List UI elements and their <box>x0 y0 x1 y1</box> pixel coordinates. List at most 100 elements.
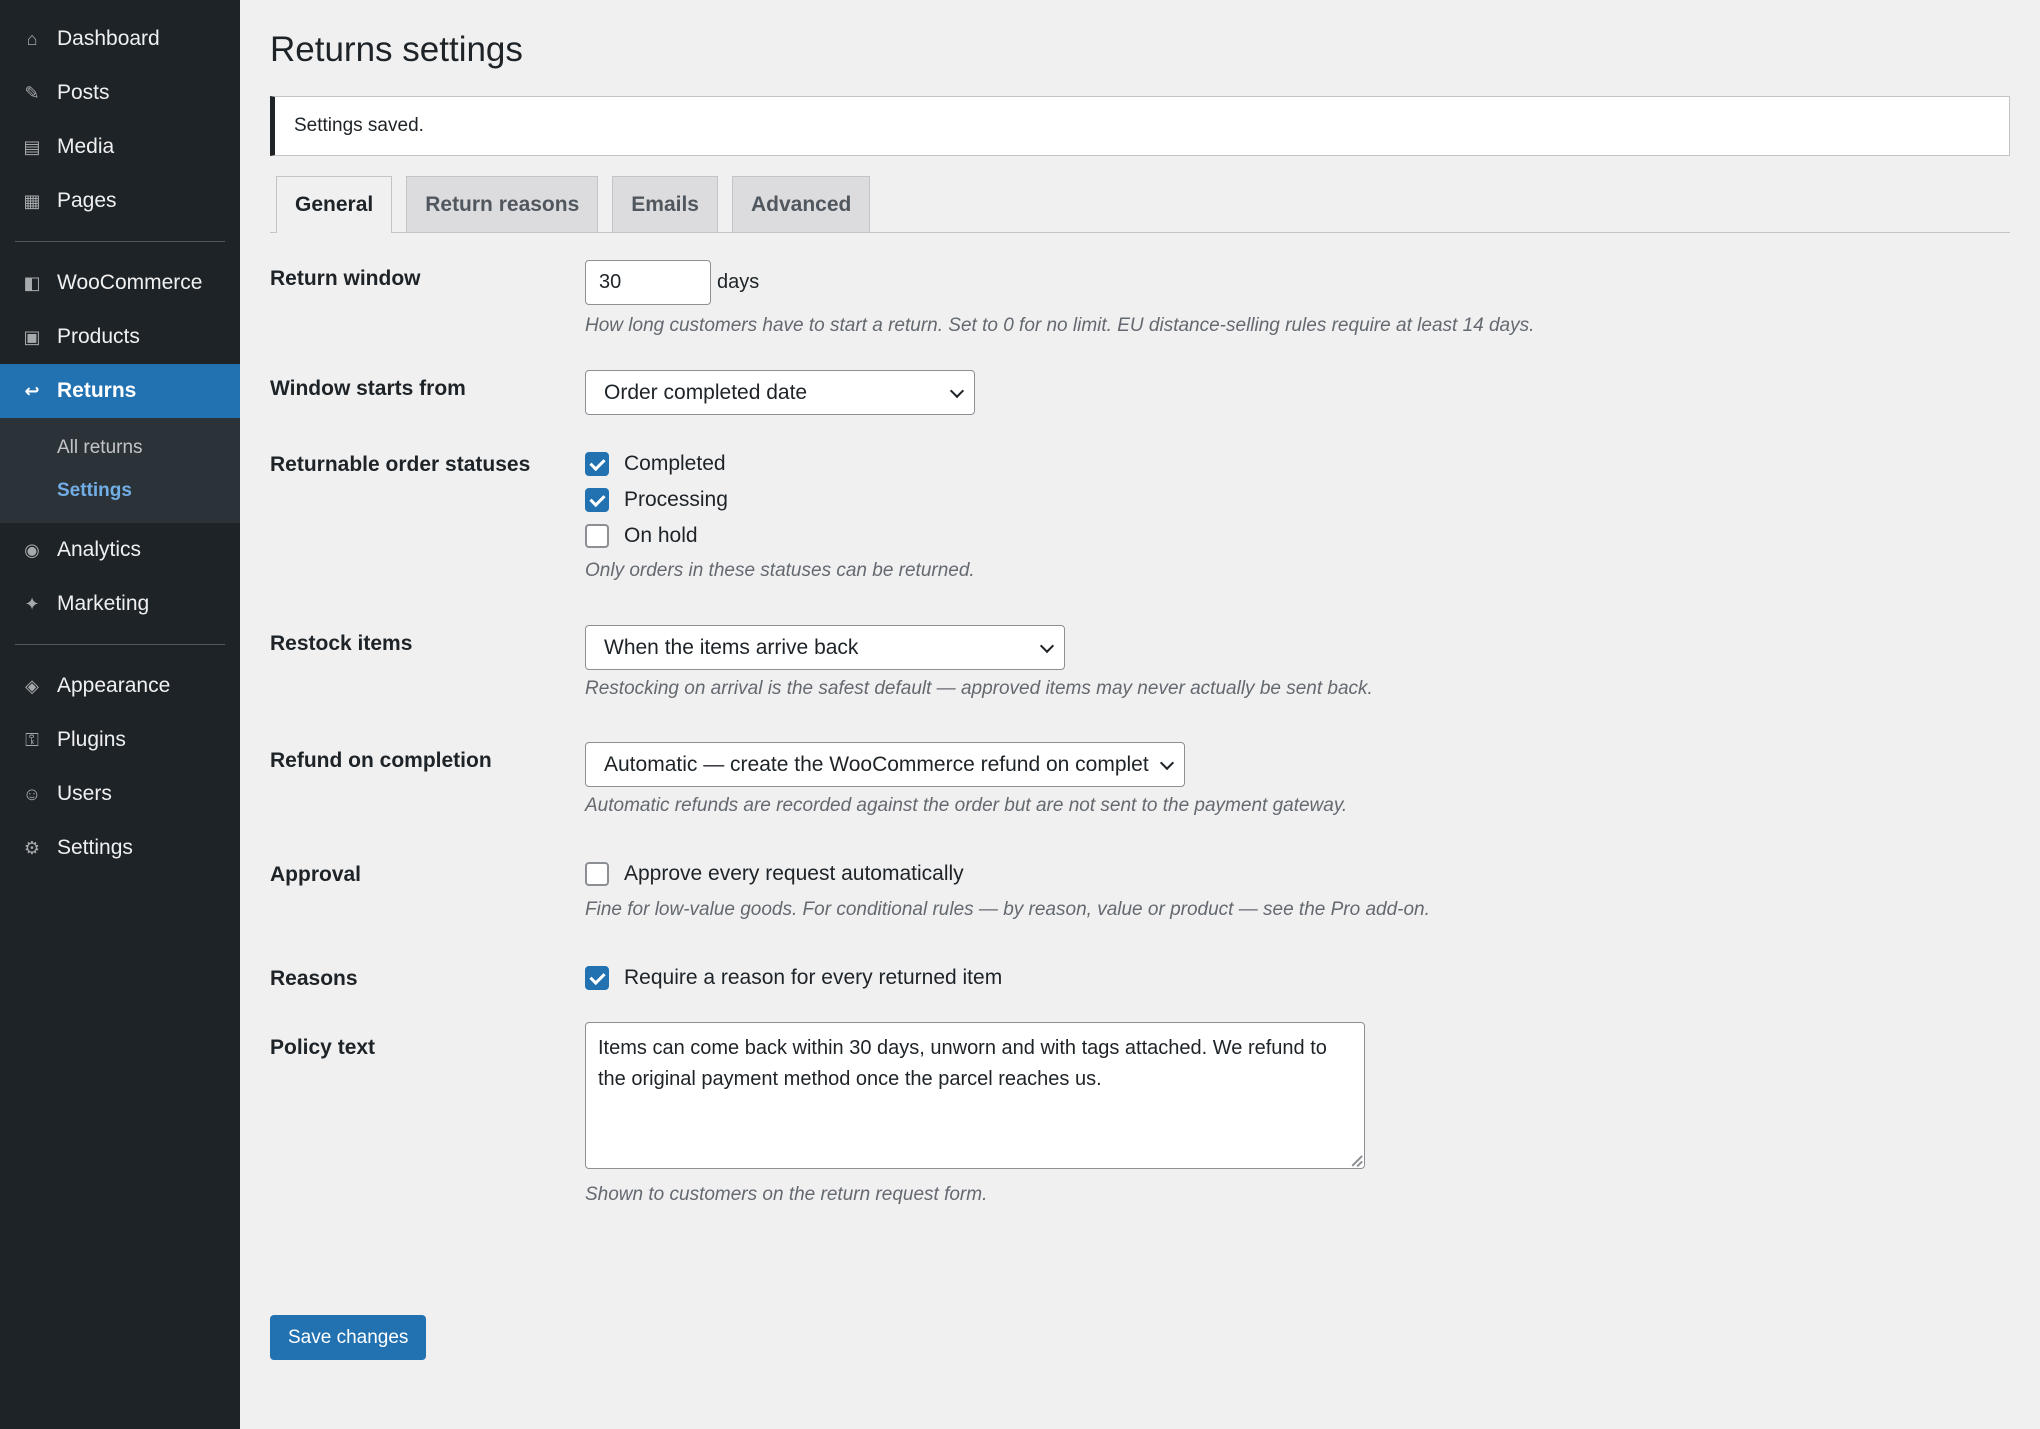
restock-row: Restock items When the items arrive back… <box>270 625 2010 700</box>
checkbox-label: Require a reason for every returned item <box>624 966 1003 989</box>
dashboard-icon: ⌂ <box>26 28 38 49</box>
woocommerce-icon: ◧ <box>23 272 41 293</box>
select-value: When the items arrive back <box>604 635 859 659</box>
chevron-down-icon <box>949 383 965 398</box>
status-on-hold-checkbox[interactable] <box>585 524 609 548</box>
window-start-label: Window starts from <box>270 377 466 400</box>
statuses-label: Returnable order statuses <box>270 453 531 476</box>
resize-handle[interactable] <box>1350 1154 1362 1166</box>
policy-text-value: Items can come back within 30 days, unwo… <box>598 1037 1327 1090</box>
sidebar-item-label: Dashboard <box>57 27 160 50</box>
approval-row: Approval Approve every request automatic… <box>270 861 2010 921</box>
page-title: Returns settings <box>270 30 523 69</box>
plugins-icon: ⚿ <box>25 729 39 750</box>
settings-tabs: General Return reasons Emails Advanced <box>270 176 2010 233</box>
checkbox-label: On hold <box>624 524 698 547</box>
sidebar-item-appearance[interactable]: ◈ Appearance <box>0 659 240 713</box>
sidebar-item-label: Returns <box>57 379 137 402</box>
sidebar-item-dashboard[interactable]: ⌂ Dashboard <box>0 12 240 66</box>
approval-description: Fine for low-value goods. For conditiona… <box>585 899 1430 920</box>
returns-icon: ↩ <box>24 380 40 401</box>
policy-label: Policy text <box>270 1036 376 1059</box>
restock-label: Restock items <box>270 632 413 655</box>
admin-sidebar: ⌂ Dashboard ✎ Posts ▤ Media ▦ Pages ◧ WooComm… <box>0 0 240 1429</box>
reasons-row: Reasons Require a reason for every retur… <box>270 965 2010 996</box>
settings-saved-notice: Settings saved. <box>270 96 2010 156</box>
sidebar-item-label: Settings <box>57 836 133 859</box>
checkbox-label: Processing <box>624 488 728 511</box>
sidebar-item-settings[interactable]: ⚙ Settings <box>0 821 240 875</box>
restock-description: Restocking on arrival is the safest defa… <box>585 678 1373 699</box>
checkbox-label: Completed <box>624 452 726 475</box>
media-icon: ▤ <box>23 136 41 157</box>
users-icon: ☺ <box>22 783 42 804</box>
return-window-input[interactable] <box>585 260 711 305</box>
policy-description: Shown to customers on the return request… <box>585 1184 988 1205</box>
return-window-label: Return window <box>270 267 421 290</box>
sidebar-item-analytics[interactable]: ◉ Analytics <box>0 523 240 577</box>
submenu-item-settings[interactable]: Settings <box>0 469 240 512</box>
sidebar-item-label: WooCommerce <box>57 271 203 294</box>
sidebar-item-label: Plugins <box>57 728 126 751</box>
return-window-row: Return window days How long customers ha… <box>270 260 2010 337</box>
sidebar-item-label: Products <box>57 325 140 348</box>
require-reason-option[interactable]: Require a reason for every returned item <box>585 960 2010 996</box>
approval-label: Approval <box>270 863 362 886</box>
sidebar-item-marketing[interactable]: ✦ Marketing <box>0 577 240 631</box>
status-processing-option[interactable]: Processing <box>585 482 2010 518</box>
sidebar-item-label: Posts <box>57 81 110 104</box>
pages-icon: ▦ <box>23 190 41 211</box>
sidebar-item-plugins[interactable]: ⚿ Plugins <box>0 713 240 767</box>
chevron-down-icon <box>1159 755 1175 770</box>
chevron-down-icon <box>1039 638 1055 653</box>
sidebar-item-label: Pages <box>57 189 117 212</box>
submenu-item-all-returns[interactable]: All returns <box>0 426 240 469</box>
require-reason-checkbox[interactable] <box>585 966 609 990</box>
policy-textarea[interactable]: Items can come back within 30 days, unwo… <box>585 1022 1365 1169</box>
sidebar-item-media[interactable]: ▤ Media <box>0 120 240 174</box>
policy-row: Policy text Items can come back within 3… <box>270 1022 2010 1206</box>
sidebar-item-pages[interactable]: ▦ Pages <box>0 174 240 228</box>
sidebar-item-products[interactable]: ▣ Products <box>0 310 240 364</box>
status-completed-checkbox[interactable] <box>585 452 609 476</box>
settings-icon: ⚙ <box>23 837 41 858</box>
restock-select[interactable]: When the items arrive back <box>585 625 1065 670</box>
products-icon: ▣ <box>23 326 41 347</box>
refund-row: Refund on completion Automatic — create … <box>270 742 2010 817</box>
sidebar-item-label: Media <box>57 135 115 158</box>
notice-text: Settings saved. <box>294 115 424 136</box>
sidebar-item-label: Analytics <box>57 538 142 561</box>
statuses-row: Returnable order statuses Completed Proc… <box>270 451 2010 582</box>
analytics-icon: ◉ <box>24 539 40 560</box>
return-window-description: How long customers have to start a retur… <box>585 315 1535 336</box>
sidebar-item-label: Appearance <box>57 674 171 697</box>
tab-advanced[interactable]: Advanced <box>731 176 871 232</box>
sidebar-item-label: Marketing <box>57 592 150 615</box>
window-start-select[interactable]: Order completed date <box>585 370 975 415</box>
status-processing-checkbox[interactable] <box>585 488 609 512</box>
tab-general[interactable]: General <box>276 176 393 233</box>
refund-label: Refund on completion <box>270 749 492 772</box>
status-completed-option[interactable]: Completed <box>585 446 2010 482</box>
sidebar-separator <box>15 241 225 242</box>
auto-approve-checkbox[interactable] <box>585 862 609 886</box>
main-content: Returns settings Settings saved. General… <box>240 0 2040 1429</box>
days-suffix: days <box>717 271 760 293</box>
refund-select[interactable]: Automatic — create the WooCommerce refun… <box>585 742 1185 787</box>
select-value: Order completed date <box>604 380 808 404</box>
save-changes-button[interactable]: Save changes <box>270 1315 427 1360</box>
approval-option[interactable]: Approve every request automatically <box>585 856 2010 892</box>
sidebar-item-posts[interactable]: ✎ Posts <box>0 66 240 120</box>
sidebar-item-woocommerce[interactable]: ◧ WooCommerce <box>0 256 240 310</box>
sidebar-item-label: Users <box>57 782 112 805</box>
sidebar-item-returns[interactable]: ↩ Returns <box>0 364 240 418</box>
statuses-description: Only orders in these statuses can be ret… <box>585 560 975 581</box>
posts-icon: ✎ <box>24 82 40 103</box>
tab-return-reasons[interactable]: Return reasons <box>406 176 599 232</box>
select-value: Automatic — create the WooCommerce refun… <box>604 752 1149 776</box>
status-on-hold-option[interactable]: On hold <box>585 518 2010 554</box>
marketing-icon: ✦ <box>24 593 40 614</box>
sidebar-item-users[interactable]: ☺ Users <box>0 767 240 821</box>
checkbox-label: Approve every request automatically <box>624 862 964 885</box>
tab-emails[interactable]: Emails <box>612 176 718 232</box>
